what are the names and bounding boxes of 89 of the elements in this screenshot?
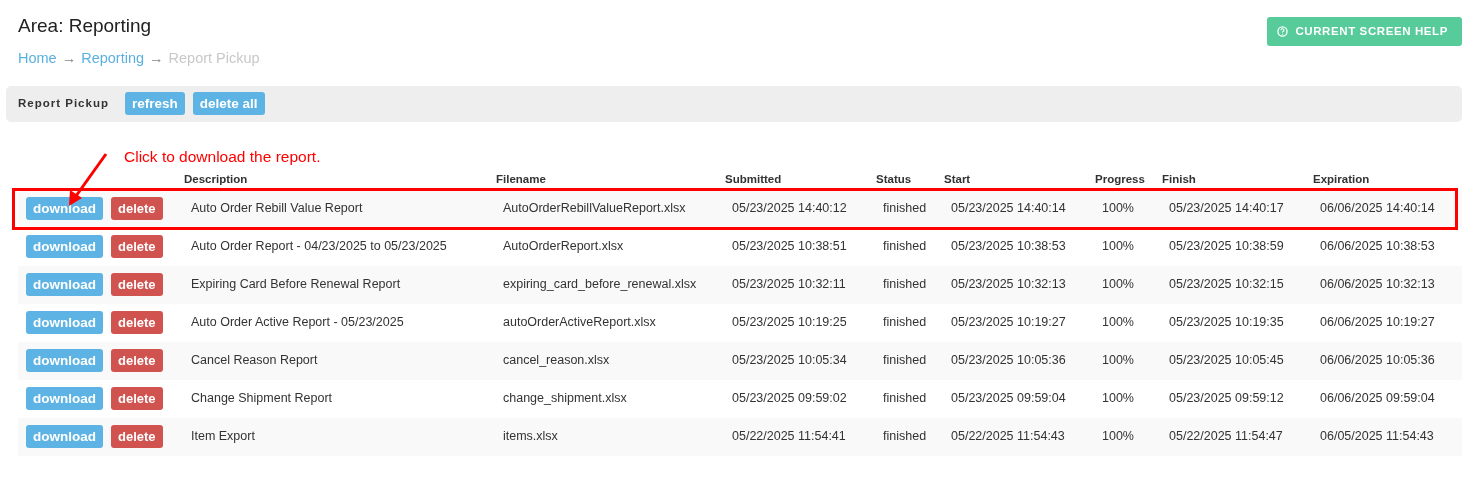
table-cell: 100% bbox=[1095, 189, 1162, 228]
table-cell: 05/23/2025 14:40:17 bbox=[1162, 189, 1313, 228]
help-icon bbox=[1277, 26, 1289, 38]
table-cell: 06/06/2025 10:32:13 bbox=[1313, 265, 1462, 304]
table-cell: 05/23/2025 09:59:04 bbox=[944, 379, 1095, 418]
table-cell: Auto Order Report - 04/23/2025 to 05/23/2025 bbox=[184, 227, 496, 266]
download-button[interactable]: download bbox=[26, 235, 103, 259]
table-cell: 06/06/2025 10:19:27 bbox=[1313, 303, 1462, 342]
toolbar-button[interactable]: delete all bbox=[192, 92, 265, 116]
table-cell: 05/23/2025 09:59:02 bbox=[725, 379, 876, 418]
delete-button[interactable]: delete bbox=[111, 349, 163, 373]
column-header: Finish bbox=[1162, 169, 1313, 190]
page-title: Area: Reporting bbox=[18, 14, 153, 38]
table-cell: finished bbox=[876, 303, 944, 342]
table-cell: 100% bbox=[1095, 265, 1162, 304]
download-button[interactable]: download bbox=[26, 425, 103, 449]
download-button[interactable]: download bbox=[26, 387, 103, 411]
table-cell: 06/06/2025 10:38:53 bbox=[1313, 227, 1462, 266]
annotation-text: Click to download the report. bbox=[124, 146, 321, 167]
table-cell: 05/23/2025 10:19:25 bbox=[725, 303, 876, 342]
table-cell: 06/06/2025 10:05:36 bbox=[1313, 341, 1462, 380]
column-header: Start bbox=[944, 169, 1095, 190]
delete-button[interactable]: delete bbox=[111, 387, 163, 411]
breadcrumb-separator: → bbox=[149, 49, 164, 68]
toolbar-title: Report Pickup bbox=[18, 96, 109, 112]
table-cell: finished bbox=[876, 417, 944, 456]
table-cell: 100% bbox=[1095, 379, 1162, 418]
breadcrumb-link[interactable]: Reporting bbox=[81, 48, 145, 70]
table-cell: 05/23/2025 10:38:59 bbox=[1162, 227, 1313, 266]
table-cell: items.xlsx bbox=[496, 417, 725, 456]
table-cell: 100% bbox=[1095, 303, 1162, 342]
table-cell: 05/23/2025 14:40:12 bbox=[725, 189, 876, 228]
table-cell: Cancel Reason Report bbox=[184, 341, 496, 380]
table-cell: autoOrderActiveReport.xlsx bbox=[496, 303, 725, 342]
delete-button[interactable]: delete bbox=[111, 235, 163, 259]
table-cell: 05/23/2025 10:19:35 bbox=[1162, 303, 1313, 342]
table-cell: Change Shipment Report bbox=[184, 379, 496, 418]
table-cell: 100% bbox=[1095, 417, 1162, 456]
column-header: Status bbox=[876, 169, 944, 190]
delete-button[interactable]: delete bbox=[111, 311, 163, 335]
table-cell: 05/22/2025 11:54:41 bbox=[725, 417, 876, 456]
table-cell: 05/23/2025 09:59:12 bbox=[1162, 379, 1313, 418]
table-cell: 05/23/2025 10:32:15 bbox=[1162, 265, 1313, 304]
table-cell: 05/23/2025 10:05:45 bbox=[1162, 341, 1313, 380]
table-cell: Auto Order Rebill Value Report bbox=[184, 189, 496, 228]
table-cell: change_shipment.xlsx bbox=[496, 379, 725, 418]
delete-button[interactable]: delete bbox=[111, 197, 163, 221]
table-cell: 05/23/2025 14:40:14 bbox=[944, 189, 1095, 228]
table-cell: 100% bbox=[1095, 227, 1162, 266]
table-cell: 05/23/2025 10:05:34 bbox=[725, 341, 876, 380]
delete-button[interactable]: delete bbox=[111, 273, 163, 297]
table-cell: cancel_reason.xlsx bbox=[496, 341, 725, 380]
column-header: Expiration bbox=[1313, 169, 1462, 190]
table-cell: 05/22/2025 11:54:43 bbox=[944, 417, 1095, 456]
table-cell: expiring_card_before_renewal.xlsx bbox=[496, 265, 725, 304]
table-cell: finished bbox=[876, 189, 944, 228]
delete-button[interactable]: delete bbox=[111, 425, 163, 449]
table-cell: 100% bbox=[1095, 341, 1162, 380]
table-cell: finished bbox=[876, 379, 944, 418]
table-cell: 05/23/2025 10:05:36 bbox=[944, 341, 1095, 380]
table-cell: 06/06/2025 14:40:14 bbox=[1313, 189, 1462, 228]
table-cell: 05/23/2025 10:38:53 bbox=[944, 227, 1095, 266]
download-button[interactable]: download bbox=[26, 197, 103, 221]
table-cell: 05/22/2025 11:54:47 bbox=[1162, 417, 1313, 456]
download-button[interactable]: download bbox=[26, 349, 103, 373]
breadcrumb-separator: → bbox=[61, 49, 77, 68]
breadcrumb-link[interactable]: Home bbox=[18, 48, 57, 70]
table-cell: Auto Order Active Report - 05/23/2025 bbox=[184, 303, 496, 342]
table-cell: finished bbox=[876, 265, 944, 304]
table-cell: AutoOrderReport.xlsx bbox=[496, 227, 725, 266]
table-cell: AutoOrderRebillValueReport.xlsx bbox=[496, 189, 725, 228]
column-header: Filename bbox=[496, 169, 725, 190]
table-cell: finished bbox=[876, 341, 944, 380]
download-button[interactable]: download bbox=[26, 311, 103, 335]
table-cell: Expiring Card Before Renewal Report bbox=[184, 265, 496, 304]
table-cell: 05/23/2025 10:32:13 bbox=[944, 265, 1095, 304]
table-cell: Item Export bbox=[184, 417, 496, 456]
help-button[interactable]: CURRENT SCREEN HELP bbox=[1267, 17, 1462, 47]
table-cell: 05/23/2025 10:38:51 bbox=[725, 227, 876, 266]
table-cell: 06/06/2025 09:59:04 bbox=[1313, 379, 1462, 418]
column-header: Description bbox=[184, 169, 496, 190]
table-cell: 06/05/2025 11:54:43 bbox=[1313, 417, 1462, 456]
download-button[interactable]: download bbox=[26, 273, 103, 297]
column-header: Submitted bbox=[725, 169, 876, 190]
table-cell: 05/23/2025 10:19:27 bbox=[944, 303, 1095, 342]
toolbar-button[interactable]: refresh bbox=[124, 92, 185, 116]
table-cell: finished bbox=[876, 227, 944, 266]
column-header: Progress bbox=[1095, 169, 1162, 190]
table-cell: 05/23/2025 10:32:11 bbox=[725, 265, 876, 304]
